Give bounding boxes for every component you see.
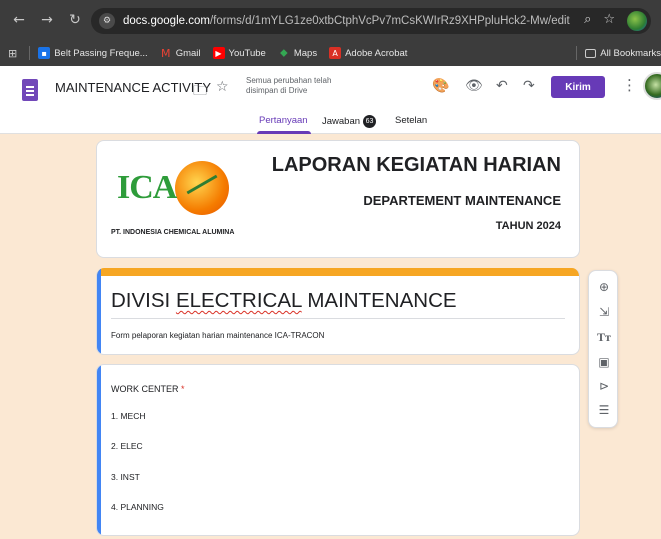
banner-subtitle: DEPARTEMENT MAINTENANCE [363, 193, 561, 208]
bookmarks-divider [576, 46, 578, 60]
redo-icon[interactable]: ↷ [523, 78, 535, 94]
form-description[interactable]: Form pelaporan kegiatan harian maintenan… [111, 331, 324, 340]
banner-year: TAHUN 2024 [495, 220, 561, 232]
add-section-icon[interactable]: ☰ [595, 401, 613, 419]
add-title-icon[interactable]: Tт [595, 328, 613, 346]
selected-accent [97, 268, 101, 354]
title-underline [111, 318, 565, 319]
forms-tabs: Pertanyaan Jawaban 63 Setelan [0, 110, 661, 134]
reload-icon[interactable]: ↻ [64, 9, 86, 31]
theme-band [97, 268, 579, 276]
apps-icon[interactable]: ⊞ [8, 47, 17, 60]
active-tab-indicator [257, 131, 311, 134]
ica-logo: ICA [117, 157, 237, 217]
all-bookmarks[interactable]: All Bookmarks [585, 48, 661, 59]
move-folder-icon[interactable]: 🗀 [193, 80, 207, 104]
preview-eye-icon[interactable]: 👁 [465, 78, 483, 94]
bookmark-acrobat[interactable]: A Adobe Acrobat [329, 47, 407, 59]
question-card[interactable]: WORK CENTER * 1. MECH 2. ELEC 3. INST 4.… [96, 364, 580, 536]
option-item[interactable]: 4. PLANNING [111, 502, 164, 512]
tab-responses-label: Jawaban [322, 116, 361, 128]
option-item[interactable]: 3. INST [111, 472, 140, 482]
add-video-icon[interactable]: ⊳ [595, 377, 613, 395]
tab-settings[interactable]: Setelan [395, 115, 427, 126]
bookmark-gmail[interactable]: M Gmail [160, 46, 201, 60]
side-toolbar: ⊕ ⇲ Tт ▣ ⊳ ☰ [588, 270, 618, 428]
site-info-icon[interactable]: ⚙ [99, 13, 115, 29]
send-button[interactable]: Kirim [551, 76, 605, 98]
back-icon[interactable]: ← [8, 9, 30, 31]
header-image-card: ICA PT. INDONESIA CHEMICAL ALUMINA LAPOR… [96, 140, 580, 258]
selected-accent [97, 365, 101, 535]
company-name: PT. INDONESIA CHEMICAL ALUMINA [111, 229, 235, 236]
required-mark: * [181, 384, 185, 394]
address-row: ← → ↻ ⚙ docs.google.com/forms/d/1mYLG1ze… [0, 0, 661, 40]
gmail-icon: M [160, 46, 171, 60]
address-bar[interactable]: ⚙ docs.google.com/forms/d/1mYLG1ze0xtbCt… [91, 8, 651, 34]
option-item[interactable]: 2. ELEC [111, 441, 143, 451]
zoom-icon[interactable]: ⌕ [584, 12, 591, 27]
star-icon[interactable]: ☆ [216, 79, 229, 95]
option-item[interactable]: 1. MECH [111, 411, 145, 421]
bookmark-maps[interactable]: ⬥ Maps [278, 46, 317, 59]
document-title[interactable]: MAINTENANCE ACTIVITY [55, 80, 211, 95]
form-title-card[interactable]: DIVISI ELECTRICAL MAINTENANCE Form pelap… [96, 268, 580, 355]
bookmark-star-icon[interactable]: ☆ [603, 12, 615, 27]
more-vert-icon[interactable]: ⋮ [622, 76, 637, 94]
url-text: docs.google.com/forms/d/1mYLG1ze0xtbCtph… [123, 15, 570, 27]
ica-logo-orb [175, 161, 229, 215]
add-question-icon[interactable]: ⊕ [595, 278, 613, 296]
extension-icon[interactable] [627, 11, 647, 31]
bookmark-favicon-icon: ▪ [38, 47, 51, 59]
import-questions-icon[interactable]: ⇲ [595, 303, 613, 321]
forms-header: MAINTENANCE ACTIVITY 🗀 ☆ Semua perubahan… [0, 66, 661, 134]
banner-title: LAPORAN KEGIATAN HARIAN [271, 154, 561, 176]
bookmark-belt[interactable]: ▪ Belt Passing Freque... [38, 47, 148, 59]
youtube-icon: ▶ [212, 47, 225, 59]
ica-logo-text: ICA [117, 169, 177, 206]
responses-count-badge: 63 [363, 115, 377, 128]
form-title[interactable]: DIVISI ELECTRICAL MAINTENANCE [111, 289, 457, 313]
bookmark-youtube[interactable]: ▶ YouTube [212, 47, 266, 59]
forms-logo-icon[interactable] [22, 79, 38, 101]
maps-icon: ⬥ [279, 46, 288, 59]
palette-icon[interactable]: 🎨 [432, 78, 449, 94]
tab-responses[interactable]: Jawaban 63 [322, 115, 377, 128]
question-label: WORK CENTER * [111, 384, 185, 394]
acrobat-icon: A [329, 47, 342, 59]
browser-chrome: ← → ↻ ⚙ docs.google.com/forms/d/1mYLG1ze… [0, 0, 661, 66]
bookmarks-bar: ⊞ ▪ Belt Passing Freque... M Gmail ▶ YouTub… [0, 40, 661, 66]
forward-icon[interactable]: → [36, 9, 58, 31]
avatar[interactable] [643, 72, 661, 100]
bookmarks-divider [29, 46, 31, 60]
save-status: Semua perubahan telah disimpan di Drive [246, 76, 332, 95]
add-image-icon[interactable]: ▣ [595, 353, 613, 371]
undo-icon[interactable]: ↶ [496, 78, 508, 94]
tab-questions[interactable]: Pertanyaan [259, 115, 308, 126]
folder-icon [585, 48, 597, 58]
